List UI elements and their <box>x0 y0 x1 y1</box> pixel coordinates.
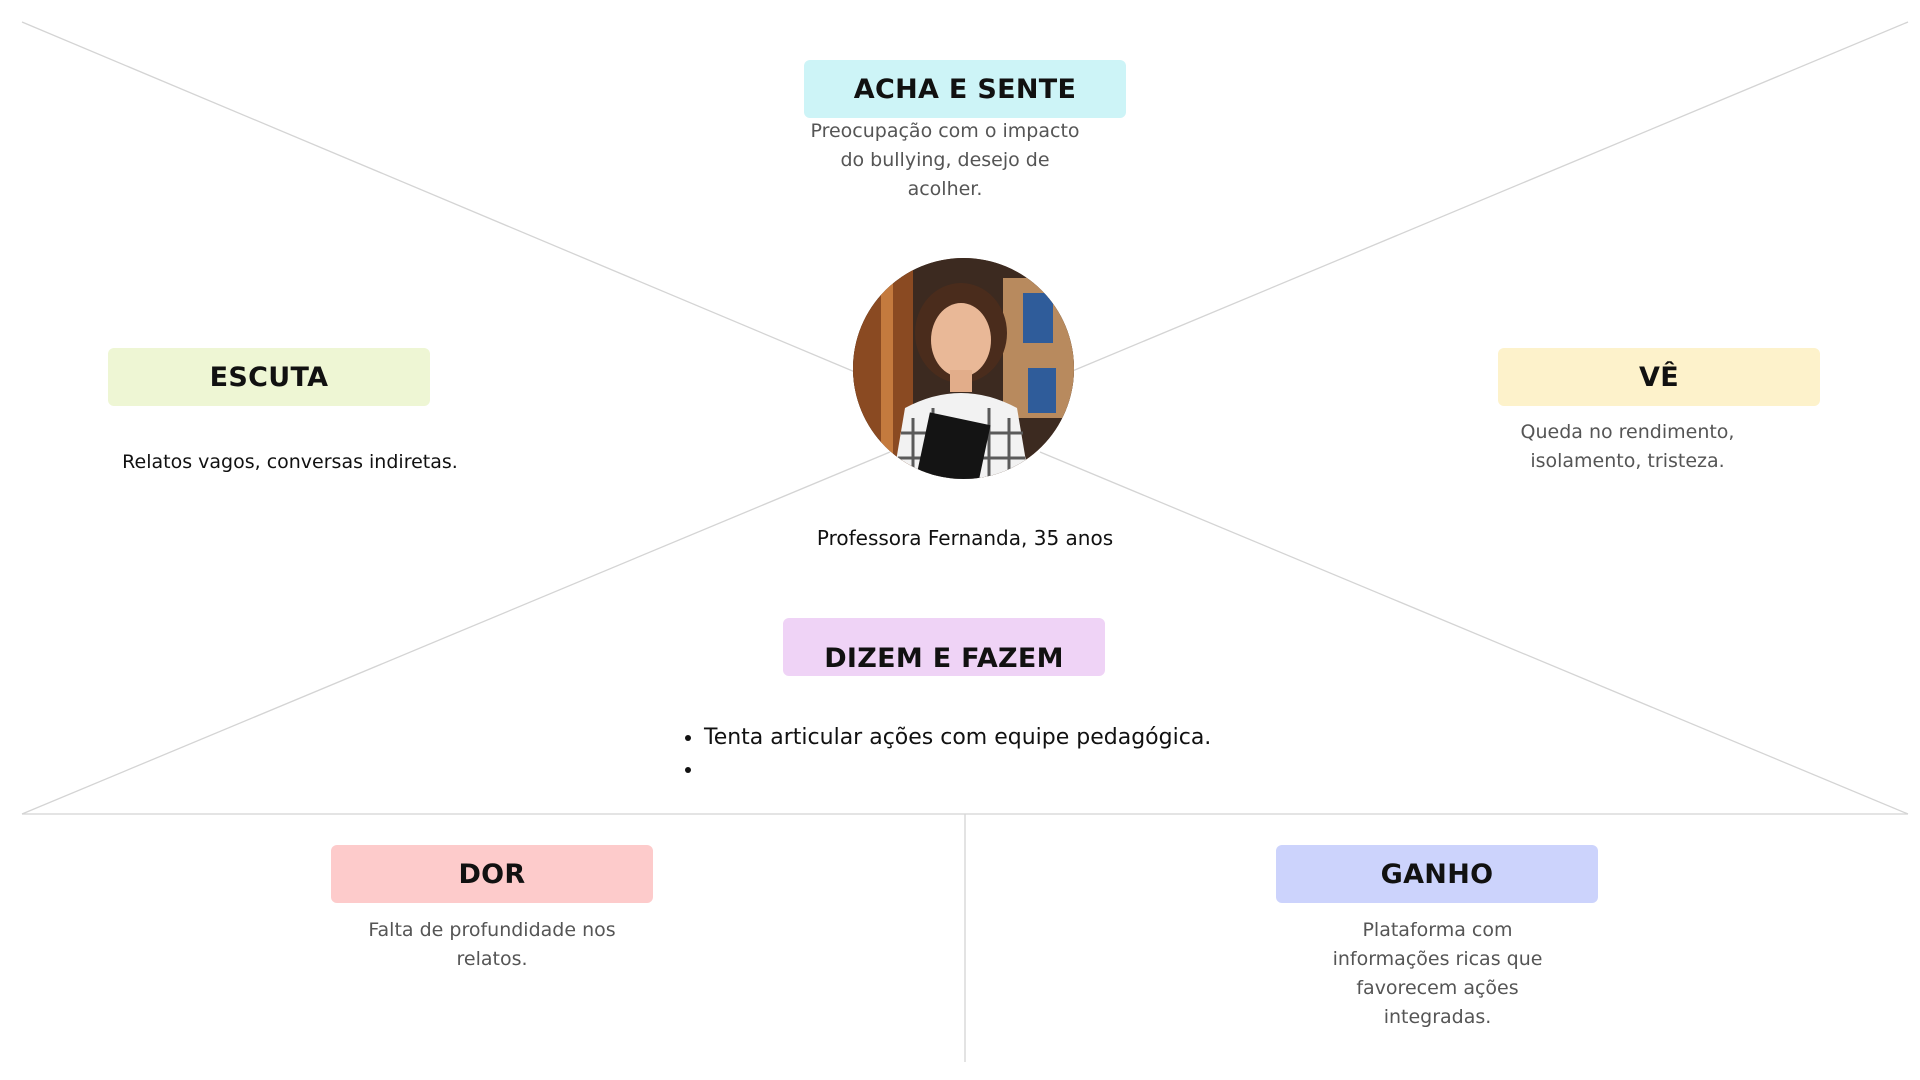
hears-text: Relatos vagos, conversas indiretas. <box>122 451 458 473</box>
pain-text: Falta de profundidade nos relatos. <box>368 919 616 970</box>
pain-label: DOR <box>331 845 653 903</box>
list-item <box>704 754 1211 786</box>
thinks-feels-text: Preocupação com o impacto do bullying, d… <box>810 120 1080 200</box>
gain-text: Plataforma com informações ricas que fav… <box>1332 919 1543 1028</box>
sees-text: Queda no rendimento, isolamento, tristez… <box>1520 421 1735 472</box>
gain-label: GANHO <box>1276 845 1598 903</box>
persona-photo <box>853 258 1074 479</box>
divider-top-left <box>21 21 856 373</box>
sees-label: VÊ <box>1498 348 1820 406</box>
persona-portrait-icon <box>853 258 1074 479</box>
persona-name: Professora Fernanda, 35 anos <box>816 526 1114 550</box>
divider-top-right <box>1069 21 1909 373</box>
empathy-map: ACHA E SENTE Preocupação com o impacto d… <box>0 0 1920 1080</box>
says-does-label: DIZEM E FAZEM <box>783 618 1105 676</box>
thinks-feels-label: ACHA E SENTE <box>804 60 1126 118</box>
says-does-list: Tenta articular ações com equipe pedagóg… <box>680 722 1211 786</box>
list-item: Tenta articular ações com equipe pedagóg… <box>704 722 1211 754</box>
hears-label: ESCUTA <box>108 348 430 406</box>
